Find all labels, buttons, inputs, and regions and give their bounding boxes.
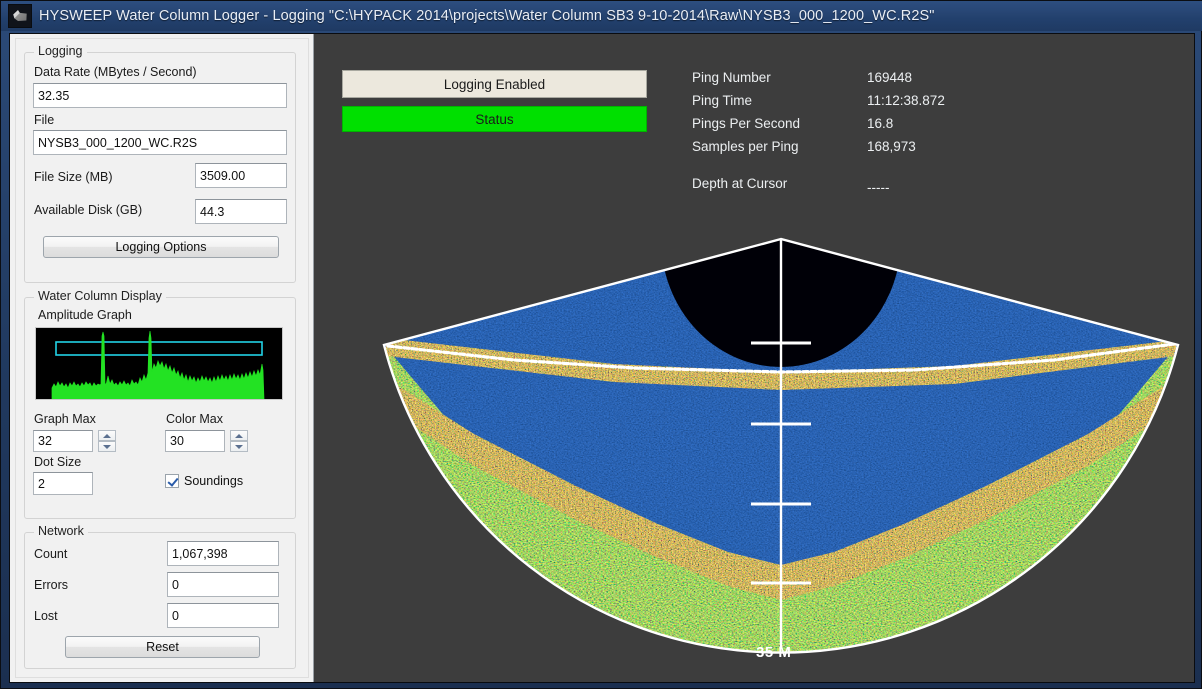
- color-max-stepper-down[interactable]: [230, 441, 248, 452]
- graph-max-stepper-up[interactable]: [98, 430, 116, 441]
- chevron-down-icon: [103, 444, 111, 449]
- window-title: HYSWEEP Water Column Logger - Logging "C…: [39, 8, 935, 24]
- fan-outline: [382, 237, 1180, 654]
- graph-max-stepper-down[interactable]: [98, 441, 116, 452]
- range-ticks: [751, 341, 811, 585]
- ping-time-label: Ping Time: [692, 93, 753, 108]
- soundings-checkbox-row[interactable]: Soundings: [165, 474, 243, 488]
- network-errors-input[interactable]: 0: [167, 572, 279, 597]
- color-max-label: Color Max: [166, 412, 223, 426]
- network-lost-input[interactable]: 0: [167, 603, 279, 628]
- dot-size-input[interactable]: 2: [33, 472, 93, 495]
- logging-group-title: Logging: [34, 44, 87, 58]
- soundings-checkbox[interactable]: [165, 474, 179, 488]
- logging-enabled-indicator[interactable]: Logging Enabled: [342, 70, 647, 98]
- range-scale-label: 35 M: [756, 644, 792, 661]
- color-max-stepper-up[interactable]: [230, 430, 248, 441]
- left-control-panel: Logging Data Rate (MBytes / Second) 32.3…: [10, 34, 314, 682]
- network-groupbox: Network Count 1,067,398 Errors 0 Lost 0 …: [24, 524, 296, 669]
- ping-number-label: Ping Number: [692, 70, 771, 85]
- samples-per-ping-label: Samples per Ping: [692, 139, 799, 154]
- app-icon-glyph: [13, 10, 27, 21]
- file-input[interactable]: NYSB3_000_1200_WC.R2S: [33, 130, 287, 155]
- logging-options-button[interactable]: Logging Options: [43, 236, 279, 258]
- amplitude-graph[interactable]: [35, 327, 283, 400]
- display-area: Logging Enabled Status Ping Number 16944…: [314, 34, 1194, 682]
- color-max-stepper[interactable]: [230, 430, 248, 452]
- graph-max-input[interactable]: 32: [33, 430, 93, 452]
- pings-per-second-label: Pings Per Second: [692, 116, 801, 131]
- data-rate-input[interactable]: 32.35: [33, 83, 287, 108]
- pings-per-second-value: 16.8: [867, 116, 894, 131]
- left-panel-inner: Logging Data Rate (MBytes / Second) 32.3…: [15, 38, 309, 678]
- file-size-input[interactable]: 3509.00: [195, 163, 287, 188]
- ping-time-value: 11:12:38.872: [867, 93, 945, 108]
- depth-at-cursor-label: Depth at Cursor: [692, 176, 788, 191]
- screenshot-root: HYSWEEP Water Column Logger - Logging "C…: [0, 0, 1202, 689]
- chevron-up-icon: [103, 433, 111, 438]
- color-max-input[interactable]: 30: [165, 430, 225, 452]
- ping-number-value: 169448: [867, 70, 913, 85]
- amplitude-graph-label: Amplitude Graph: [38, 308, 132, 322]
- file-size-label: File Size (MB): [34, 170, 113, 184]
- depth-at-cursor-value: -----: [867, 180, 890, 195]
- logging-groupbox: Logging Data Rate (MBytes / Second) 32.3…: [24, 44, 296, 283]
- app-icon: [8, 4, 32, 28]
- amplitude-graph-svg: [36, 328, 282, 399]
- network-lost-label: Lost: [34, 609, 58, 623]
- graph-max-stepper[interactable]: [98, 430, 116, 452]
- data-rate-label: Data Rate (MBytes / Second): [34, 65, 197, 79]
- chevron-down-icon: [235, 444, 243, 449]
- network-group-title: Network: [34, 524, 88, 538]
- dot-size-label: Dot Size: [34, 455, 82, 469]
- water-column-display-groupbox: Water Column Display Amplitude Graph Gra…: [24, 289, 296, 519]
- status-indicator[interactable]: Status: [342, 106, 647, 132]
- nadir-blank-cone: [664, 239, 898, 313]
- reset-button[interactable]: Reset: [65, 636, 260, 658]
- soundings-label: Soundings: [184, 474, 244, 488]
- graph-max-label: Graph Max: [34, 412, 96, 426]
- title-bar: HYSWEEP Water Column Logger - Logging "C…: [1, 1, 1202, 31]
- samples-per-ping-value: 168,973: [867, 139, 916, 154]
- wcd-group-title: Water Column Display: [34, 289, 166, 303]
- network-count-label: Count: [34, 547, 68, 561]
- soundings-trace: [386, 342, 1176, 374]
- available-disk-input[interactable]: 44.3: [195, 199, 287, 224]
- network-count-input[interactable]: 1,067,398: [167, 541, 279, 566]
- chevron-up-icon: [235, 433, 243, 438]
- file-label: File: [34, 113, 55, 127]
- network-errors-label: Errors: [34, 578, 69, 592]
- application-window: HYSWEEP Water Column Logger - Logging "C…: [0, 0, 1202, 689]
- available-disk-label: Available Disk (GB): [34, 203, 143, 217]
- client-area: Logging Data Rate (MBytes / Second) 32.3…: [9, 33, 1195, 683]
